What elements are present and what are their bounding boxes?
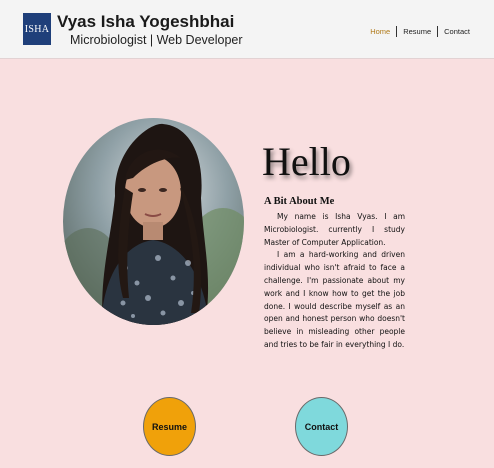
- site-title: Vyas Isha Yogeshbhai: [57, 12, 235, 31]
- site-header: ISHA Vyas Isha Yogeshbhai Microbiologist…: [0, 0, 494, 59]
- main-nav: Home Resume Contact: [364, 26, 476, 37]
- contact-button-label: Contact: [304, 421, 339, 432]
- profile-photo-illustration: [63, 118, 244, 325]
- contact-button[interactable]: Contact: [295, 397, 348, 456]
- resume-button[interactable]: Resume: [143, 397, 196, 456]
- about-text: My name is Isha Vyas. I am Microbiologis…: [264, 211, 405, 352]
- logo[interactable]: ISHA: [23, 13, 51, 45]
- resume-button-label: Resume: [151, 421, 187, 432]
- about-heading: A Bit About Me: [264, 196, 335, 207]
- nav-resume-link[interactable]: Resume: [397, 26, 437, 37]
- about-paragraph: My name is Isha Vyas. I am Microbiologis…: [264, 212, 405, 247]
- site-subtitle: Microbiologist | Web Developer: [70, 33, 243, 47]
- profile-photo: [63, 118, 244, 325]
- nav-contact-link[interactable]: Contact: [438, 26, 476, 37]
- nav-home-link[interactable]: Home: [364, 26, 396, 37]
- hello-heading: Hello: [262, 139, 351, 184]
- logo-text: ISHA: [24, 23, 50, 35]
- about-paragraph: I am a hard-working and driven individua…: [264, 250, 405, 349]
